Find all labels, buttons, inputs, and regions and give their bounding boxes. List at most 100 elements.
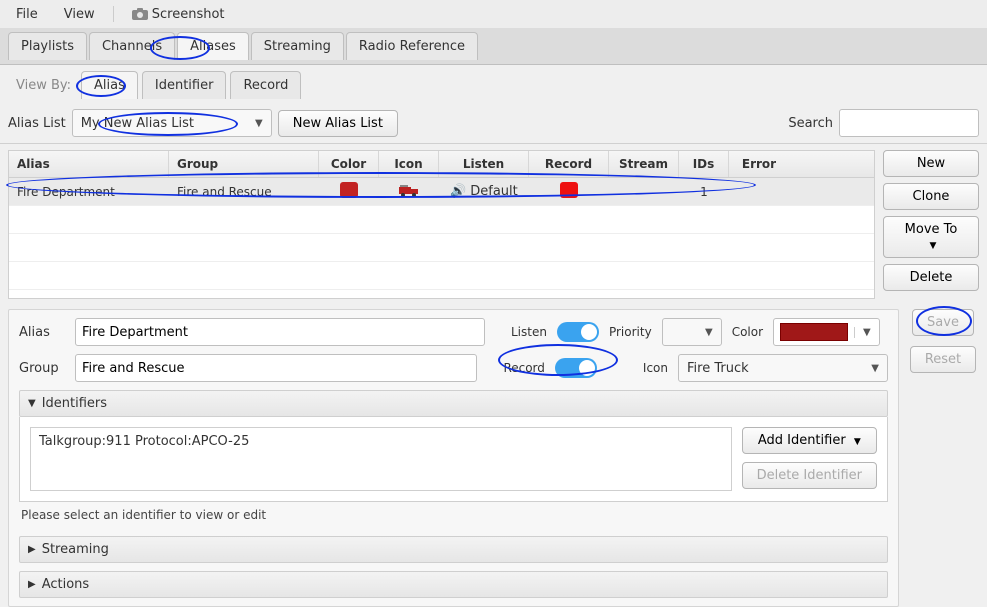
group-label: Group xyxy=(19,361,65,376)
search-input[interactable] xyxy=(839,109,979,137)
th-alias[interactable]: Alias xyxy=(9,151,169,177)
th-error[interactable]: Error xyxy=(729,151,789,177)
group-input[interactable] xyxy=(75,354,477,382)
record-toggle[interactable] xyxy=(555,358,597,378)
alias-field-row: Alias Listen Priority ▼ Color ▼ xyxy=(19,318,888,346)
sub-area: View By: Alias Identifier Record Alias L… xyxy=(0,65,987,144)
fire-truck-icon xyxy=(398,186,420,201)
color-swatch xyxy=(340,182,358,198)
icon-label: Icon xyxy=(643,361,668,375)
menu-screenshot-label: Screenshot xyxy=(152,7,225,22)
menubar: File View Screenshot xyxy=(0,0,987,28)
priority-combo[interactable]: ▼ xyxy=(662,318,722,346)
streaming-header[interactable]: ▶ Streaming xyxy=(19,536,888,563)
side-button-column: New Clone Move To ▼ Delete xyxy=(883,150,979,299)
streaming-label: Streaming xyxy=(42,542,109,557)
cell-group: Fire and Rescue xyxy=(169,181,319,203)
tab-aliases[interactable]: Aliases xyxy=(177,32,249,60)
cell-listen-value: Default xyxy=(470,184,518,199)
detail-right-column: Save Reset xyxy=(907,309,979,607)
content-split: Alias Group Color Icon Listen Record Str… xyxy=(0,144,987,305)
camera-icon xyxy=(132,7,152,22)
identifier-list[interactable]: Talkgroup:911 Protocol:APCO-25 xyxy=(30,427,732,491)
menu-view[interactable]: View xyxy=(54,3,105,26)
chevron-down-icon: ▼ xyxy=(871,363,879,374)
color-swatch xyxy=(780,323,848,341)
new-button[interactable]: New xyxy=(883,150,979,177)
table-row[interactable] xyxy=(9,262,874,290)
move-to-button[interactable]: Move To ▼ xyxy=(883,216,979,258)
actions-label: Actions xyxy=(42,577,90,592)
new-alias-list-button[interactable]: New Alias List xyxy=(278,110,398,137)
th-group[interactable]: Group xyxy=(169,151,319,177)
record-label: Record xyxy=(503,361,544,375)
list-item[interactable]: Talkgroup:911 Protocol:APCO-25 xyxy=(39,434,723,449)
cell-ids: 1 xyxy=(679,181,729,203)
th-record[interactable]: Record xyxy=(529,151,609,177)
listen-label: Listen xyxy=(511,325,547,339)
sub-tab-record[interactable]: Record xyxy=(230,71,301,99)
chevron-down-icon: ▼ xyxy=(930,241,937,251)
delete-button[interactable]: Delete xyxy=(883,264,979,291)
cell-icon xyxy=(379,179,439,205)
cell-color xyxy=(319,178,379,205)
th-ids[interactable]: IDs xyxy=(679,151,729,177)
chevron-down-icon: ▼ xyxy=(255,118,263,129)
color-combo[interactable]: ▼ xyxy=(773,318,880,346)
alias-table: Alias Group Color Icon Listen Record Str… xyxy=(8,150,875,299)
add-identifier-button[interactable]: Add Identifier ▼ xyxy=(742,427,877,454)
color-label: Color xyxy=(732,325,763,339)
actions-header[interactable]: ▶ Actions xyxy=(19,571,888,598)
tab-playlists[interactable]: Playlists xyxy=(8,32,87,60)
priority-label: Priority xyxy=(609,325,652,339)
th-color[interactable]: Color xyxy=(319,151,379,177)
chevron-right-icon: ▶ xyxy=(28,544,36,555)
aliaslist-row: Alias List My New Alias List ▼ New Alias… xyxy=(8,109,979,137)
cell-error xyxy=(729,188,789,196)
chevron-down-icon: ▼ xyxy=(854,437,861,447)
delete-identifier-button[interactable]: Delete Identifier xyxy=(742,462,877,489)
th-listen[interactable]: Listen xyxy=(439,151,529,177)
table-row[interactable]: Fire Department Fire and Rescue 🔊 Defaul… xyxy=(9,178,874,206)
chevron-down-icon: ▼ xyxy=(705,327,713,338)
tab-streaming[interactable]: Streaming xyxy=(251,32,344,60)
menu-separator xyxy=(113,6,114,22)
icon-combo-value: Fire Truck xyxy=(687,361,749,376)
chevron-right-icon: ▶ xyxy=(28,579,36,590)
table-row[interactable] xyxy=(9,206,874,234)
detail-form: Alias Listen Priority ▼ Color ▼ Group Re… xyxy=(8,309,899,607)
menu-screenshot[interactable]: Screenshot xyxy=(122,3,235,26)
sub-tab-alias[interactable]: Alias xyxy=(81,71,138,99)
aliaslist-combo[interactable]: My New Alias List ▼ xyxy=(72,109,272,137)
table-header: Alias Group Color Icon Listen Record Str… xyxy=(9,151,874,178)
th-icon[interactable]: Icon xyxy=(379,151,439,177)
aliaslist-label: Alias List xyxy=(8,116,66,131)
save-button[interactable]: Save xyxy=(912,309,974,336)
tab-channels[interactable]: Channels xyxy=(89,32,175,60)
identifier-hint: Please select an identifier to view or e… xyxy=(19,502,888,528)
identifier-buttons: Add Identifier ▼ Delete Identifier xyxy=(742,427,877,491)
identifiers-body: Talkgroup:911 Protocol:APCO-25 Add Ident… xyxy=(19,417,888,502)
cell-stream xyxy=(609,188,679,196)
tab-radio-reference[interactable]: Radio Reference xyxy=(346,32,478,60)
chevron-down-icon: ▼ xyxy=(28,398,36,409)
search-label: Search xyxy=(788,116,833,131)
icon-combo[interactable]: Fire Truck ▼ xyxy=(678,354,888,382)
sub-tab-identifier[interactable]: Identifier xyxy=(142,71,227,99)
identifiers-header[interactable]: ▼ Identifiers xyxy=(19,390,888,417)
cell-listen: 🔊 Default xyxy=(439,180,529,203)
menu-file[interactable]: File xyxy=(6,3,48,26)
search-group: Search xyxy=(788,109,979,137)
cell-record xyxy=(529,178,609,205)
reset-button[interactable]: Reset xyxy=(910,346,976,373)
chevron-down-icon: ▼ xyxy=(854,327,879,338)
clone-button[interactable]: Clone xyxy=(883,183,979,210)
speaker-icon: 🔊 xyxy=(450,184,466,199)
move-to-label: Move To xyxy=(905,222,958,237)
group-field-row: Group Record Icon Fire Truck ▼ xyxy=(19,354,888,382)
identifiers-label: Identifiers xyxy=(42,396,107,411)
table-row[interactable] xyxy=(9,234,874,262)
th-stream[interactable]: Stream xyxy=(609,151,679,177)
listen-toggle[interactable] xyxy=(557,322,599,342)
alias-input[interactable] xyxy=(75,318,485,346)
